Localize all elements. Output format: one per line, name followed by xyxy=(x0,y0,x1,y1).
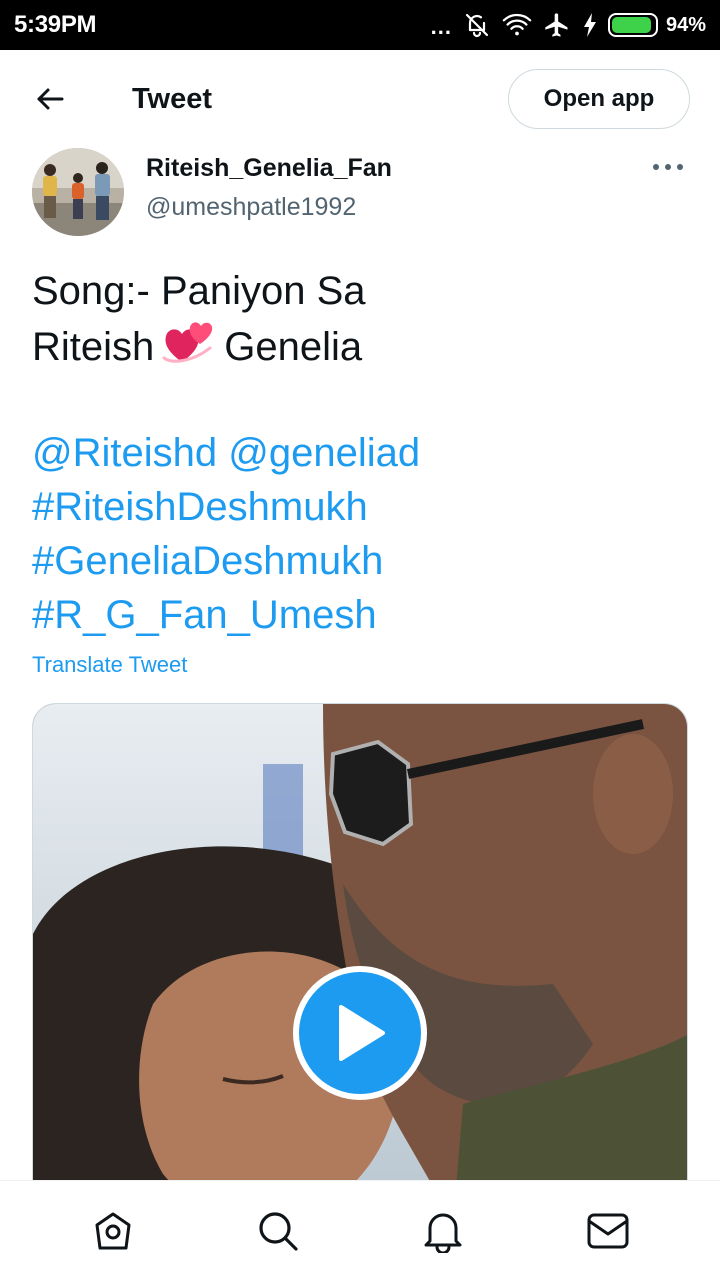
charging-icon xyxy=(582,10,598,40)
tweet-header: Tweet Open app xyxy=(0,50,720,148)
more-icon xyxy=(653,164,683,170)
mention-link[interactable]: @Riteishd xyxy=(32,431,217,475)
bottom-navigation xyxy=(0,1180,720,1280)
video-thumbnail xyxy=(33,704,687,1222)
play-button[interactable] xyxy=(293,966,427,1100)
hashtag-link[interactable]: #GeneliaDeshmukh xyxy=(32,539,383,583)
battery-icon xyxy=(607,13,658,37)
tweet-hashtag-line: #RiteishDeshmukh xyxy=(32,480,692,534)
tweet-line-2: Riteish Genelia xyxy=(32,318,692,372)
back-button[interactable] xyxy=(30,79,70,119)
hashtag-link[interactable]: #R_G_Fan_Umesh xyxy=(32,593,377,637)
mute-icon xyxy=(462,10,492,40)
tweet-word-riteish: Riteish xyxy=(32,325,155,369)
tweet-author: Riteish_Genelia_Fan @umeshpatle1992 xyxy=(32,148,688,240)
author-handle[interactable]: @umeshpatle1992 xyxy=(146,193,392,222)
tweet-text: Song:- Paniyon Sa Riteish Genelia @Ritei… xyxy=(32,264,692,642)
status-bar: 5:39PM ... 94% xyxy=(0,0,720,50)
home-icon xyxy=(95,1212,130,1249)
status-time: 5:39PM xyxy=(14,11,97,38)
page-title: Tweet xyxy=(132,82,213,115)
messages-icon xyxy=(587,1213,628,1248)
search-icon xyxy=(258,1211,298,1251)
hashtag-link[interactable]: #RiteishDeshmukh xyxy=(32,485,368,529)
play-icon xyxy=(339,1005,385,1061)
tweet-hashtag-line: #GeneliaDeshmukh xyxy=(32,534,692,588)
nav-messages[interactable] xyxy=(578,1201,638,1261)
back-arrow-icon xyxy=(37,88,64,110)
nav-notifications[interactable] xyxy=(413,1201,473,1261)
battery-indicator: 94% xyxy=(607,13,706,37)
status-dots: ... xyxy=(430,14,452,39)
notifications-icon xyxy=(424,1213,461,1253)
status-icons: ... 94% xyxy=(431,10,706,40)
airplane-icon xyxy=(542,10,572,40)
tweet-hashtag-line: #R_G_Fan_Umesh xyxy=(32,588,692,642)
nav-home[interactable] xyxy=(83,1201,143,1261)
tweet-line-1: Song:- Paniyon Sa xyxy=(32,269,366,313)
translate-tweet-link[interactable]: Translate Tweet xyxy=(32,652,187,678)
two-hearts-emoji-icon xyxy=(162,318,216,380)
author-name[interactable]: Riteish_Genelia_Fan xyxy=(146,154,392,183)
nav-search[interactable] xyxy=(248,1201,308,1261)
tweet-word-genelia: Genelia xyxy=(224,325,363,369)
battery-level xyxy=(611,17,652,33)
more-options-button[interactable] xyxy=(648,152,688,182)
author-info: Riteish_Genelia_Fan @umeshpatle1992 xyxy=(146,154,392,240)
wifi-icon xyxy=(502,10,532,40)
mention-link[interactable]: @geneliad xyxy=(228,431,420,475)
tweet-video[interactable] xyxy=(32,703,688,1223)
tweet-mentions: @Riteishd @geneliad xyxy=(32,426,692,480)
open-app-button[interactable]: Open app xyxy=(508,69,690,129)
battery-percent: 94% xyxy=(665,13,706,36)
avatar[interactable] xyxy=(32,148,124,236)
